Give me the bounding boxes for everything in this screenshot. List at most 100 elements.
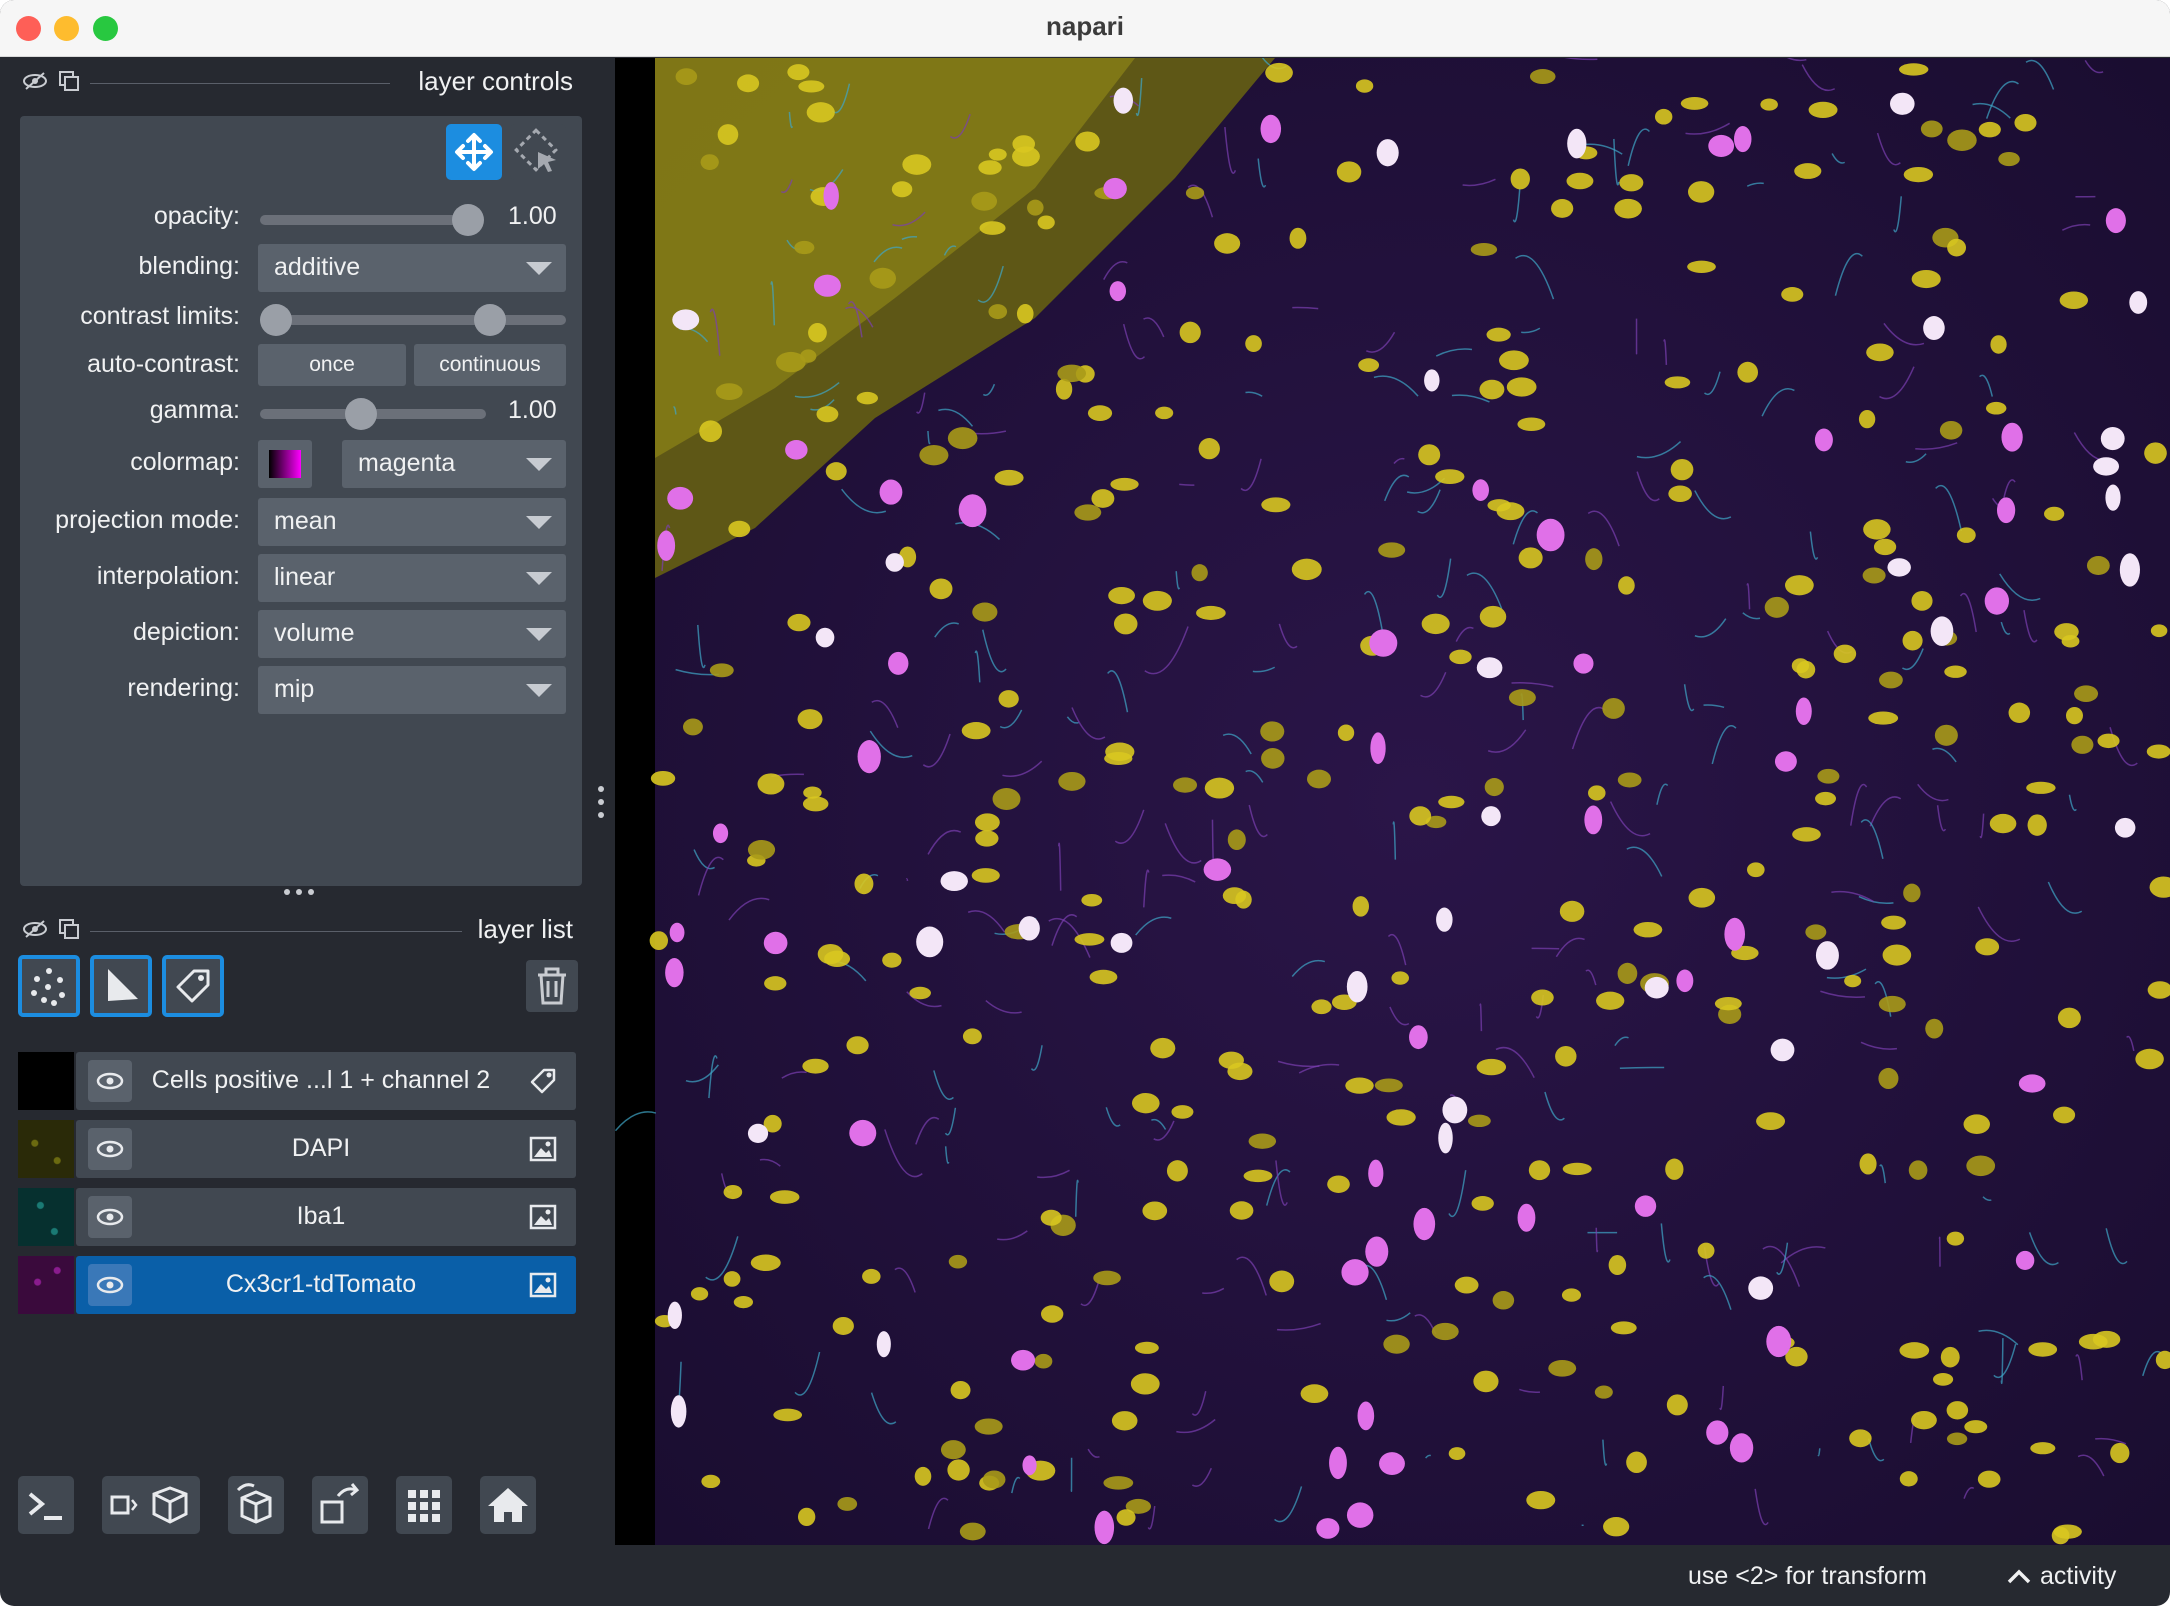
microglia-cell bbox=[1203, 858, 1232, 881]
nucleus bbox=[1868, 711, 1899, 725]
vertical-splitter-handle[interactable] bbox=[595, 784, 607, 820]
auto-contrast-continuous-button[interactable]: continuous bbox=[414, 344, 566, 386]
transpose-icon bbox=[320, 1483, 360, 1524]
nucleus bbox=[1911, 269, 1941, 289]
hide-eye-icon[interactable] bbox=[22, 70, 48, 92]
nucleus bbox=[1687, 260, 1716, 273]
toggle-ndisplay-button[interactable] bbox=[102, 1476, 200, 1534]
microglia-cell bbox=[1365, 1236, 1389, 1267]
nucleus bbox=[1626, 1451, 1647, 1474]
microglia-cell bbox=[747, 1123, 769, 1144]
pan-zoom-mode-button[interactable] bbox=[446, 124, 502, 180]
eye-icon bbox=[96, 1208, 124, 1226]
chevron-down-icon bbox=[526, 262, 552, 275]
layer-row[interactable]: Cells positive ...l 1 + channel 2 bbox=[18, 1052, 576, 1110]
auto-contrast-once-button[interactable]: once bbox=[258, 344, 406, 386]
status-hint: use <2> for transform bbox=[1688, 1562, 1928, 1590]
microglia-cell bbox=[1984, 587, 2010, 615]
viewer-canvas[interactable] bbox=[615, 58, 2170, 1545]
nucleus bbox=[2110, 1442, 2130, 1464]
new-shapes-layer-button[interactable] bbox=[90, 955, 152, 1017]
microglia-cell bbox=[657, 530, 676, 561]
contrast-limits-low-handle[interactable] bbox=[260, 304, 292, 336]
contrast-limits-slider-track[interactable] bbox=[260, 315, 566, 325]
nucleus bbox=[971, 868, 1000, 883]
microglia-cell bbox=[958, 494, 987, 528]
layer-row-body[interactable]: Iba1 bbox=[76, 1188, 576, 1246]
nucleus bbox=[1345, 1077, 1374, 1094]
nucleus bbox=[974, 813, 1000, 832]
nucleus bbox=[1946, 1231, 1965, 1246]
microglia-cell bbox=[1724, 917, 1746, 951]
float-panel-icon[interactable] bbox=[58, 70, 84, 92]
microglia-cell bbox=[2100, 426, 2125, 451]
opacity-slider-handle[interactable] bbox=[452, 204, 484, 236]
nucleus bbox=[1431, 1322, 1459, 1341]
layer-row-body[interactable]: Cx3cr1-tdTomato bbox=[76, 1256, 576, 1314]
nucleus bbox=[1218, 1051, 1244, 1069]
chevron-up-icon[interactable] bbox=[2006, 1566, 2032, 1586]
microglia-cell bbox=[1766, 1325, 1792, 1358]
nucleus bbox=[1075, 131, 1100, 152]
nucleus bbox=[1467, 1114, 1491, 1128]
visibility-toggle[interactable] bbox=[88, 1264, 132, 1306]
nucleus bbox=[1925, 1018, 1944, 1039]
activity-button[interactable]: activity bbox=[2040, 1562, 2116, 1591]
microglia-cell bbox=[1706, 1420, 1729, 1445]
roll-dimensions-button[interactable] bbox=[228, 1476, 284, 1534]
layer-row[interactable]: DAPI bbox=[18, 1120, 576, 1178]
microscopy-image bbox=[615, 58, 2170, 1545]
nucleus bbox=[1409, 806, 1432, 826]
hide-eye-icon[interactable] bbox=[22, 918, 48, 940]
new-labels-layer-button[interactable] bbox=[162, 955, 224, 1017]
microglia-cell bbox=[2105, 208, 2126, 234]
nucleus bbox=[1130, 1373, 1160, 1395]
layer-row[interactable]: Iba1 bbox=[18, 1188, 576, 1246]
rendering-dropdown[interactable]: mip bbox=[258, 666, 566, 714]
header-divider bbox=[90, 931, 462, 932]
layer-row-selected[interactable]: Cx3cr1-tdTomato bbox=[18, 1256, 576, 1314]
layer-row-body[interactable]: DAPI bbox=[76, 1120, 576, 1178]
float-panel-icon[interactable] bbox=[58, 918, 84, 940]
layer-row-body[interactable]: Cells positive ...l 1 + channel 2 bbox=[76, 1052, 576, 1110]
visibility-toggle[interactable] bbox=[88, 1128, 132, 1170]
visibility-toggle[interactable] bbox=[88, 1060, 132, 1102]
opacity-slider-track[interactable] bbox=[260, 215, 470, 225]
nucleus bbox=[891, 181, 913, 198]
nucleus bbox=[1391, 971, 1409, 985]
nucleus bbox=[787, 613, 811, 632]
microglia-cell bbox=[1424, 369, 1440, 392]
colormap-preview[interactable] bbox=[258, 440, 312, 488]
interpolation-dropdown[interactable]: linear bbox=[258, 554, 566, 602]
console-button[interactable] bbox=[18, 1476, 74, 1534]
nucleus bbox=[1131, 1092, 1160, 1114]
nucleus bbox=[2044, 506, 2065, 521]
depiction-value: volume bbox=[274, 619, 355, 647]
reset-view-button[interactable] bbox=[480, 1476, 536, 1534]
contrast-limits-high-handle[interactable] bbox=[474, 304, 506, 336]
nucleus bbox=[1111, 1411, 1138, 1431]
transform-mode-button[interactable] bbox=[510, 124, 566, 180]
colormap-dropdown[interactable]: magenta bbox=[342, 440, 566, 488]
visibility-toggle[interactable] bbox=[88, 1196, 132, 1238]
blending-dropdown[interactable]: additive bbox=[258, 244, 566, 292]
new-points-layer-button[interactable] bbox=[18, 955, 80, 1017]
microglia-cell bbox=[1476, 657, 1503, 679]
nucleus bbox=[1150, 1037, 1176, 1059]
transpose-dimensions-button[interactable] bbox=[312, 1476, 368, 1534]
nucleus bbox=[1476, 1058, 1507, 1076]
nucleus bbox=[1737, 361, 1759, 383]
nucleus bbox=[737, 74, 760, 93]
delete-layer-button[interactable] bbox=[526, 960, 578, 1012]
depiction-dropdown[interactable]: volume bbox=[258, 610, 566, 658]
nucleus bbox=[1229, 1201, 1254, 1220]
nucleus bbox=[1805, 924, 1827, 940]
nucleus bbox=[1879, 671, 1903, 689]
microglia-cell bbox=[785, 440, 808, 460]
horizontal-splitter-handle[interactable] bbox=[282, 886, 316, 898]
gamma-slider-handle[interactable] bbox=[345, 398, 377, 430]
nucleus bbox=[979, 221, 1006, 235]
nucleus bbox=[882, 952, 902, 968]
grid-view-button[interactable] bbox=[396, 1476, 452, 1534]
projection-mode-dropdown[interactable]: mean bbox=[258, 498, 566, 546]
